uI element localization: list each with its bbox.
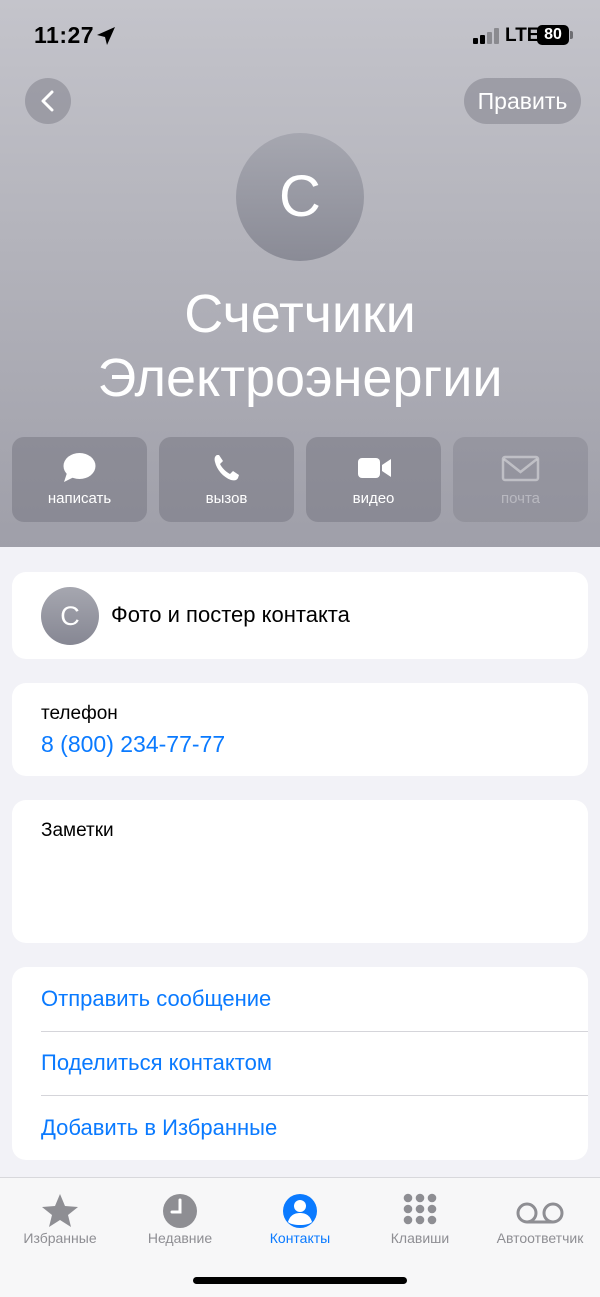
star-icon	[42, 1194, 78, 1227]
add-to-favorites-link[interactable]: Добавить в Избранные	[41, 1096, 588, 1160]
status-time: 11:27	[34, 22, 95, 48]
tab-favorites[interactable]: Избранные	[0, 1178, 120, 1258]
battery-tip	[570, 31, 573, 39]
contact-header: 11:27 LTE 80 Править С Счетчики Электроэ…	[0, 0, 600, 547]
message-action-button[interactable]: написать	[12, 437, 147, 522]
contact-photo-poster-row[interactable]: С Фото и постер контакта	[12, 572, 588, 659]
cellular-signal-icon	[473, 28, 501, 44]
call-action-button[interactable]: вызов	[159, 437, 294, 522]
tab-recents[interactable]: Недавние	[120, 1178, 240, 1258]
video-camera-icon	[358, 458, 391, 478]
phone-label: телефон	[41, 703, 118, 724]
tab-voicemail[interactable]: Автоответчик	[480, 1178, 600, 1258]
tab-label: Клавиши	[390, 1230, 450, 1246]
send-message-link[interactable]: Отправить сообщение	[41, 967, 588, 1031]
battery-icon: 80	[537, 25, 569, 45]
keypad-icon	[403, 1193, 437, 1225]
voicemail-icon	[516, 1202, 564, 1224]
message-bubble-icon	[63, 453, 96, 482]
home-indicator[interactable]	[193, 1277, 407, 1284]
notes-label: Заметки	[41, 820, 114, 841]
clock-icon	[163, 1194, 197, 1228]
phone-card[interactable]: телефон 8 (800) 234-77-77	[12, 683, 588, 776]
action-label: написать	[47, 490, 112, 507]
tab-label: Автоответчик	[496, 1230, 584, 1246]
location-arrow-icon	[97, 27, 115, 45]
back-button[interactable]	[25, 78, 71, 124]
share-contact-link[interactable]: Поделиться контактом	[41, 1031, 588, 1095]
action-label: видео	[352, 490, 395, 507]
notes-card[interactable]: Заметки	[12, 800, 588, 943]
tab-label: Контакты	[269, 1230, 331, 1246]
edit-button[interactable]: Править	[464, 78, 581, 124]
network-type: LTE	[505, 25, 540, 46]
photo-poster-label: Фото и постер контакта	[111, 602, 350, 627]
tab-keypad[interactable]: Клавиши	[360, 1178, 480, 1258]
chevron-left-icon	[41, 90, 54, 112]
tab-label: Избранные	[23, 1230, 97, 1246]
action-label: вызов	[205, 490, 248, 507]
tab-label: Недавние	[147, 1230, 213, 1246]
action-label: почта	[501, 490, 540, 507]
person-circle-icon	[283, 1194, 317, 1228]
contact-name-line2: Электроэнергии	[97, 348, 503, 408]
envelope-icon	[501, 455, 540, 482]
video-action-button[interactable]: видео	[306, 437, 441, 522]
contact-name-line1: Счетчики	[184, 284, 416, 344]
contact-actions-list: Отправить сообщение Поделиться контактом…	[12, 967, 588, 1160]
battery-level: 80	[544, 26, 562, 43]
phone-number-link[interactable]: 8 (800) 234-77-77	[41, 731, 225, 758]
mail-action-button[interactable]: почта	[453, 437, 588, 522]
tab-contacts[interactable]: Контакты	[240, 1178, 360, 1258]
contact-avatar-small: С	[41, 587, 99, 645]
contact-avatar: С	[236, 133, 364, 261]
quick-actions: написать вызов видео почта	[12, 437, 588, 522]
phone-icon	[214, 455, 239, 481]
contact-name: Счетчики Электроэнергии	[0, 282, 600, 410]
status-bar: 11:27 LTE 80	[0, 0, 600, 70]
